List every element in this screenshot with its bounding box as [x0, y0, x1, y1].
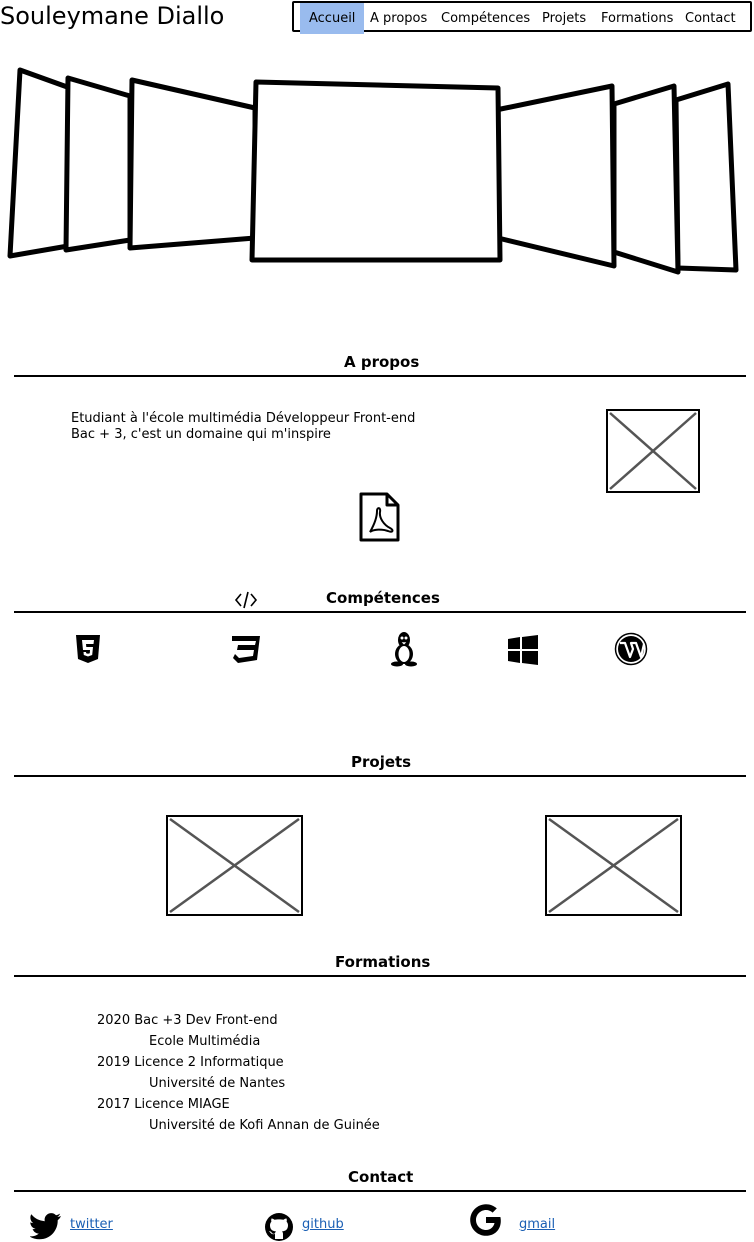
nav-accueil[interactable]: Accueil	[300, 3, 365, 34]
pdf-icon[interactable]	[358, 491, 402, 543]
section-divider	[14, 775, 746, 777]
education-entry-title: 2019 Licence 2 Informatique	[97, 1055, 284, 1070]
projects-heading: Projets	[351, 753, 412, 771]
linux-icon	[391, 632, 417, 667]
education-entry-title: 2017 Licence MIAGE	[97, 1097, 230, 1112]
css3-icon	[232, 636, 260, 663]
nav-projets[interactable]: Projets	[542, 3, 586, 34]
carousel-panel	[673, 81, 739, 273]
windows-icon	[508, 635, 538, 665]
section-divider	[14, 375, 746, 377]
education-entry-school: Université de Kofi Annan de Guinée	[149, 1118, 380, 1133]
image-carousel[interactable]	[0, 60, 754, 285]
gmail-link[interactable]: gmail	[519, 1217, 555, 1232]
carousel-panel	[127, 77, 258, 251]
nav-contact[interactable]: Contact	[685, 3, 736, 34]
google-icon[interactable]	[470, 1204, 502, 1236]
carousel-panel	[7, 67, 73, 259]
project-image-placeholder[interactable]	[166, 815, 303, 916]
site-title: Souleymane Diallo	[0, 2, 225, 30]
contact-heading: Contact	[348, 1168, 414, 1186]
education-heading: Formations	[335, 953, 431, 971]
about-text-line1: Etudiant à l'école multimédia Développeu…	[71, 411, 416, 426]
education-entry-school: Université de Nantes	[149, 1076, 286, 1091]
education-entry-title: 2020 Bac +3 Dev Front-end	[97, 1013, 278, 1028]
project-image-placeholder[interactable]	[545, 815, 682, 916]
section-divider	[14, 975, 746, 977]
github-link[interactable]: github	[302, 1217, 344, 1232]
section-divider	[14, 1190, 746, 1192]
carousel-panel	[493, 83, 617, 269]
nav-a-propos[interactable]: A propos	[370, 3, 427, 34]
carousel-panel	[611, 83, 681, 275]
twitter-icon[interactable]	[30, 1212, 62, 1240]
section-divider	[14, 611, 746, 613]
carousel-panel	[63, 75, 133, 253]
twitter-link[interactable]: twitter	[70, 1217, 113, 1232]
github-icon[interactable]	[264, 1212, 294, 1242]
main-nav: Accueil A propos Compétences Projets For…	[292, 1, 752, 34]
code-icon	[234, 591, 258, 609]
profile-photo-placeholder	[606, 409, 700, 493]
about-text-line2: Bac + 3, c'est un domaine qui m'inspire	[71, 427, 331, 442]
skills-heading: Compétences	[326, 589, 440, 607]
nav-formations[interactable]: Formations	[601, 3, 673, 34]
nav-competences[interactable]: Compétences	[441, 3, 530, 34]
wordpress-icon	[614, 632, 648, 666]
education-entry-school: Ecole Multimédia	[149, 1034, 261, 1049]
about-heading: A propos	[344, 353, 420, 371]
html5-icon	[76, 635, 100, 663]
carousel-main-image	[249, 79, 503, 263]
